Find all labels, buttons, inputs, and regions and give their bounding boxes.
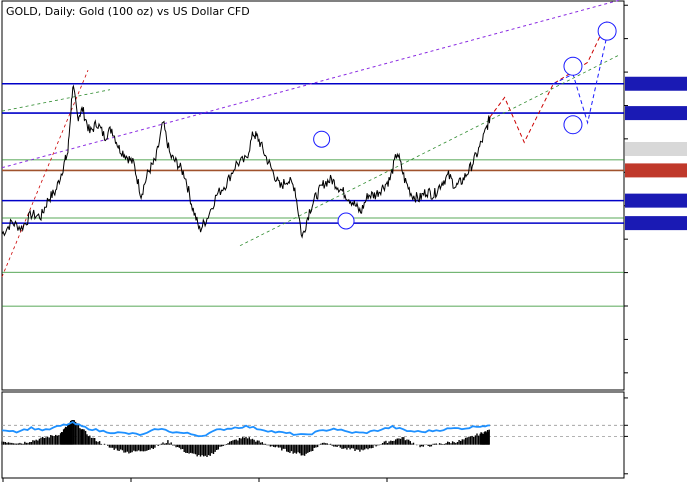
wave-label-circle [313,130,331,148]
price-label-box [625,106,687,121]
price-line [1,84,491,239]
forecast-label-circle [563,56,583,76]
wave-label-circle [337,212,355,230]
forecast-label-circle [563,115,583,135]
chart-root: GOLD, Daily: Gold (100 oz) vs US Dollar … [0,0,700,500]
gold-daily-chart: GOLD, Daily: Gold (100 oz) vs US Dollar … [1,0,687,482]
channel-line [1,89,111,112]
indicator-panel-frame [1,391,625,479]
forecast-red-path [489,21,608,144]
price-label-box [625,163,687,178]
price-label-box [625,216,687,231]
price-label-box [625,193,687,208]
price-label-box [625,141,687,156]
chart-title: GOLD, Daily: Gold (100 oz) vs US Dollar … [6,5,250,18]
price-label-box [625,76,687,91]
forecast-label-circle [597,21,617,41]
wave-connector-line [1,70,89,278]
main-panel-frame [1,0,625,391]
